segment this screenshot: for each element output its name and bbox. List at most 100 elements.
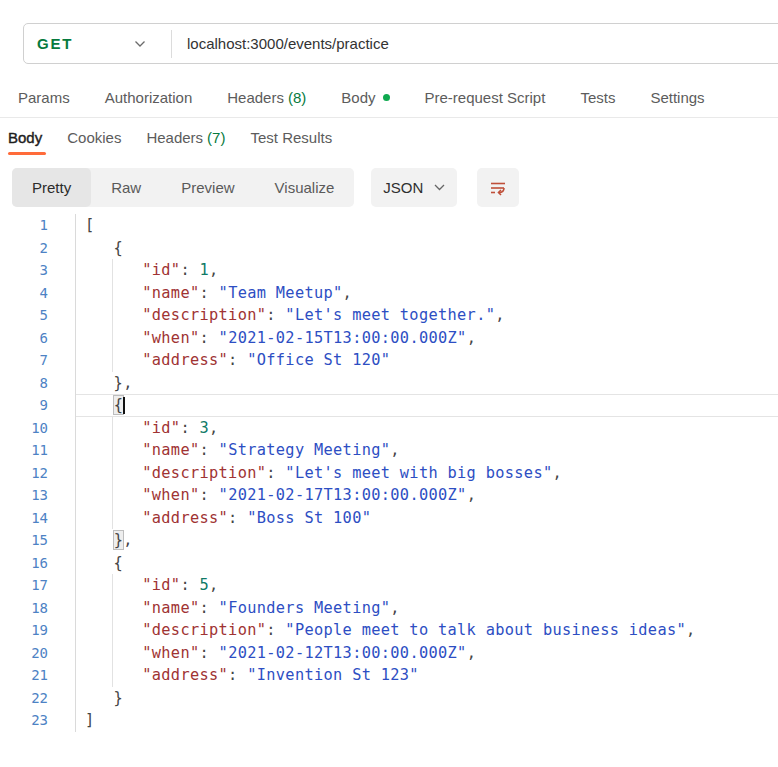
line-number: 19 (0, 619, 48, 642)
line-number: 14 (0, 507, 48, 530)
text-cursor (123, 397, 125, 414)
code-line-10[interactable]: 10 "id": 3, (0, 417, 778, 440)
code-text: "address": "Invention St 123" (85, 664, 419, 687)
line-number: 15 (0, 529, 48, 552)
code-line-6[interactable]: 6 "when": "2021-02-15T13:00:00.000Z", (0, 327, 778, 350)
code-line-21[interactable]: 21 "address": "Invention St 123" (0, 664, 778, 687)
code-line-19[interactable]: 19 "description": "People meet to talk a… (0, 619, 778, 642)
line-number: 13 (0, 484, 48, 507)
code-line-9[interactable]: 9 { (0, 394, 778, 417)
code-text: "when": "2021-02-15T13:00:00.000Z", (85, 327, 476, 350)
code-text: }, (85, 372, 133, 395)
response-body-editor[interactable]: 1[2 {3 "id": 1,4 "name": "Team Meetup",5… (0, 214, 778, 732)
code-line-18[interactable]: 18 "name": "Founders Meeting", (0, 597, 778, 620)
code-line-7[interactable]: 7 "address": "Office St 120" (0, 349, 778, 372)
request-tab-authorization[interactable]: Authorization (105, 89, 193, 106)
active-line-highlight (76, 394, 778, 417)
code-text: "description": "Let's meet together.", (85, 304, 505, 327)
code-line-12[interactable]: 12 "description": "Let's meet with big b… (0, 462, 778, 485)
request-tab-settings[interactable]: Settings (650, 89, 704, 106)
line-number: 5 (0, 304, 48, 327)
tab-label: Params (18, 89, 70, 106)
request-tab-body[interactable]: Body (341, 89, 389, 106)
url-bar: GET localhost:3000/events/practice (23, 23, 778, 64)
chevron-down-icon (134, 40, 146, 48)
line-number: 3 (0, 259, 48, 282)
code-text: "name": "Team Meetup", (85, 282, 352, 305)
active-tab-underline (8, 152, 46, 155)
tabs-divider (0, 117, 778, 118)
view-mode-group: PrettyRawPreviewVisualize (12, 168, 354, 207)
tab-label: Tests (580, 89, 615, 106)
view-mode-preview[interactable]: Preview (161, 168, 254, 207)
code-text: ] (85, 709, 95, 732)
code-line-1[interactable]: 1[ (0, 214, 778, 237)
code-text: { (85, 552, 123, 575)
request-tab-headers[interactable]: Headers(8) (227, 89, 306, 106)
request-tab-pre-request-script[interactable]: Pre-request Script (425, 89, 546, 106)
code-text: }, (85, 529, 133, 552)
format-label: JSON (383, 179, 423, 196)
response-tab-cookies[interactable]: Cookies (67, 129, 121, 146)
code-line-2[interactable]: 2 { (0, 237, 778, 260)
code-line-16[interactable]: 16 { (0, 552, 778, 575)
request-tab-tests[interactable]: Tests (580, 89, 615, 106)
line-number: 1 (0, 214, 48, 237)
view-mode-visualize[interactable]: Visualize (255, 168, 355, 207)
line-number: 21 (0, 664, 48, 687)
tab-label: Authorization (105, 89, 193, 106)
wrap-lines-icon (488, 178, 508, 198)
code-text: "id": 5, (85, 574, 219, 597)
code-text: "name": "Founders Meeting", (85, 597, 400, 620)
code-text: "name": "Strategy Meeting", (85, 439, 400, 462)
code-line-3[interactable]: 3 "id": 1, (0, 259, 778, 282)
code-line-15[interactable]: 15 }, (0, 529, 778, 552)
line-number: 18 (0, 597, 48, 620)
code-text: "when": "2021-02-12T13:00:00.000Z", (85, 642, 476, 665)
response-tab-headers[interactable]: Headers(7) (146, 129, 225, 146)
code-line-17[interactable]: 17 "id": 5, (0, 574, 778, 597)
tab-label: Body (341, 89, 375, 106)
response-tabs: Body Cookies Headers(7) Test Results (8, 129, 332, 146)
code-line-8[interactable]: 8 }, (0, 372, 778, 395)
code-text: } (85, 687, 123, 710)
line-number: 9 (0, 394, 48, 417)
tab-label: Pre-request Script (425, 89, 546, 106)
tab-count-badge: (8) (288, 89, 306, 106)
view-mode-raw[interactable]: Raw (91, 168, 161, 207)
tab-label: Test Results (250, 129, 332, 146)
code-line-11[interactable]: 11 "name": "Strategy Meeting", (0, 439, 778, 462)
line-number: 23 (0, 709, 48, 732)
line-number: 4 (0, 282, 48, 305)
format-dropdown[interactable]: JSON (371, 168, 457, 207)
code-line-4[interactable]: 4 "name": "Team Meetup", (0, 282, 778, 305)
tab-label: Headers (146, 129, 203, 146)
url-bar-separator (171, 30, 172, 58)
line-number: 10 (0, 417, 48, 440)
line-number: 12 (0, 462, 48, 485)
code-text: { (85, 237, 123, 260)
method-selector[interactable]: GET (24, 24, 171, 63)
code-line-22[interactable]: 22 } (0, 687, 778, 710)
line-number: 16 (0, 552, 48, 575)
request-tab-params[interactable]: Params (18, 89, 70, 106)
tab-label: Cookies (67, 129, 121, 146)
code-line-23[interactable]: 23] (0, 709, 778, 732)
code-line-14[interactable]: 14 "address": "Boss St 100" (0, 507, 778, 530)
code-line-13[interactable]: 13 "when": "2021-02-17T13:00:00.000Z", (0, 484, 778, 507)
code-line-20[interactable]: 20 "when": "2021-02-12T13:00:00.000Z", (0, 642, 778, 665)
request-tabs: Params Authorization Headers(8) Body Pre-req… (18, 89, 705, 106)
line-number: 20 (0, 642, 48, 665)
code-text: { (85, 394, 125, 417)
code-text: "description": "People meet to talk abou… (85, 619, 696, 642)
wrap-lines-button[interactable] (477, 168, 519, 207)
url-input[interactable]: localhost:3000/events/practice (187, 35, 389, 52)
code-line-5[interactable]: 5 "description": "Let's meet together.", (0, 304, 778, 327)
method-label: GET (37, 35, 73, 52)
view-mode-pretty[interactable]: Pretty (12, 168, 91, 207)
response-tab-body[interactable]: Body (8, 129, 42, 146)
line-number: 17 (0, 574, 48, 597)
response-tab-test-results[interactable]: Test Results (250, 129, 332, 146)
tab-label: Body (8, 129, 42, 146)
code-text: "address": "Office St 120" (85, 349, 390, 372)
